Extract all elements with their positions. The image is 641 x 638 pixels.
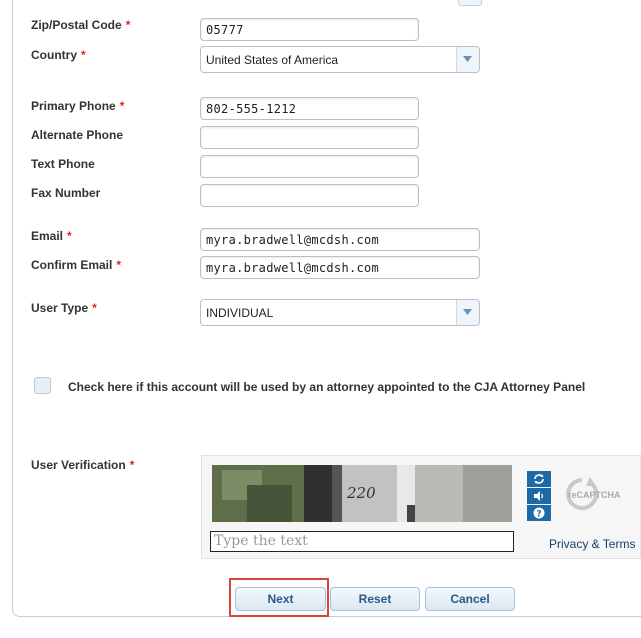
refresh-icon[interactable] xyxy=(527,471,551,487)
captcha-image: 220 xyxy=(212,465,512,522)
reset-button[interactable]: Reset xyxy=(330,587,420,611)
audio-icon[interactable] xyxy=(527,488,551,504)
cancel-button[interactable]: Cancel xyxy=(425,587,515,611)
captcha-input[interactable]: Type the text xyxy=(210,531,514,552)
confirm-email-label: Confirm Email * xyxy=(31,258,122,272)
dropdown-edge xyxy=(458,0,482,6)
user-type-select[interactable]: INDIVIDUAL xyxy=(200,299,480,326)
alternate-phone-label: Alternate Phone xyxy=(31,128,124,142)
captcha-image-text: 220 xyxy=(346,484,376,502)
help-icon[interactable]: ? xyxy=(527,505,551,521)
privacy-terms-link[interactable]: Privacy & Terms xyxy=(549,537,635,551)
captcha-placeholder: Type the text xyxy=(214,533,308,549)
text-phone-input[interactable] xyxy=(200,155,419,178)
next-button-highlight xyxy=(229,578,329,617)
confirm-email-input[interactable] xyxy=(200,256,480,279)
svg-text:?: ? xyxy=(536,510,541,520)
country-value: United States of America xyxy=(206,53,339,67)
recaptcha-logo: reCAPTCHA xyxy=(564,474,638,514)
recaptcha-logo-text: reCAPTCHA xyxy=(568,490,621,500)
zip-input[interactable] xyxy=(200,18,419,41)
fax-number-input[interactable] xyxy=(200,184,419,207)
cja-checkbox[interactable] xyxy=(34,377,51,394)
user-type-value: INDIVIDUAL xyxy=(206,306,274,320)
user-type-label: User Type * xyxy=(31,301,97,315)
fax-number-label: Fax Number xyxy=(31,186,101,200)
primary-phone-label: Primary Phone * xyxy=(31,99,125,113)
recaptcha-widget: 220 Type the text ? reCAPTCHA Privacy & … xyxy=(201,455,641,559)
country-label: Country * xyxy=(31,48,86,62)
email-input[interactable] xyxy=(200,228,480,251)
primary-phone-input[interactable] xyxy=(200,97,419,120)
cja-checkbox-label: Check here if this account will be used … xyxy=(68,380,586,394)
chevron-down-icon[interactable] xyxy=(456,47,479,72)
alternate-phone-input[interactable] xyxy=(200,126,419,149)
chevron-down-icon[interactable] xyxy=(456,300,479,325)
zip-label: Zip/Postal Code * xyxy=(31,18,131,32)
captcha-controls: ? xyxy=(527,471,551,522)
email-label: Email * xyxy=(31,229,72,243)
user-verification-label: User Verification * xyxy=(31,458,135,472)
country-select[interactable]: United States of America xyxy=(200,46,480,73)
text-phone-label: Text Phone xyxy=(31,157,95,171)
